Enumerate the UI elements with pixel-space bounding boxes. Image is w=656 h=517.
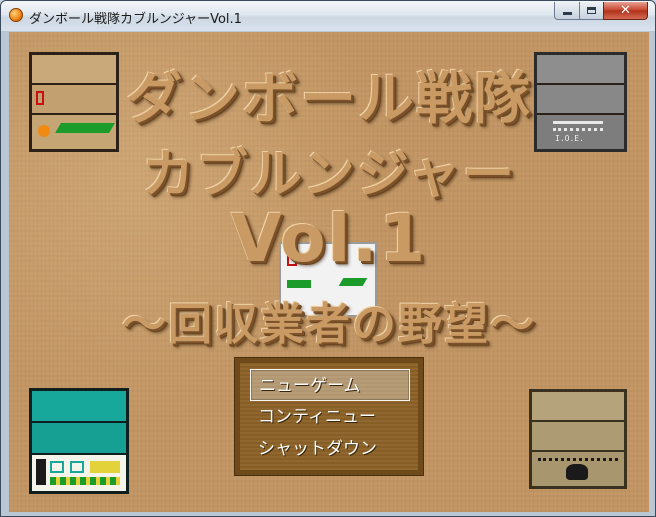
dotted-line-icon xyxy=(538,458,618,462)
title-line-2: カブルンジャー xyxy=(141,145,517,205)
screen-icon xyxy=(70,461,84,473)
bug-icon xyxy=(566,464,588,480)
orange-icon xyxy=(38,125,50,137)
title-line-1: ダンボール戦隊 xyxy=(126,67,532,132)
yellow-block-icon xyxy=(90,461,120,473)
minimize-icon xyxy=(562,12,572,15)
panel-segment xyxy=(532,452,624,486)
panel-bottom-right xyxy=(529,389,627,489)
menu-item-shutdown[interactable]: シャットダウン xyxy=(250,433,410,465)
panel-segment xyxy=(532,392,624,422)
menu-item-new-game[interactable]: ニューゲーム xyxy=(250,369,410,401)
title-bar[interactable]: ダンボール戦隊カブルンジャーVol.1 ✕ xyxy=(1,1,655,31)
title-line-3: Vol.1 xyxy=(230,200,428,277)
close-icon: ✕ xyxy=(620,3,631,18)
minimize-button[interactable] xyxy=(554,2,580,20)
panel-caption: I.O.E. xyxy=(555,134,584,143)
screen-icon xyxy=(50,461,64,473)
title-menu: ニューゲーム コンティニュー シャットダウン xyxy=(234,357,424,476)
panel-segment xyxy=(32,391,126,423)
maximize-button[interactable] xyxy=(579,2,604,20)
window-title: ダンボール戦隊カブルンジャーVol.1 xyxy=(29,12,242,27)
vine-icon xyxy=(338,278,368,286)
maximize-icon xyxy=(587,7,596,14)
app-window: ダンボール戦隊カブルンジャーVol.1 ✕ I.O.E. ダンボール戦隊 カブル… xyxy=(0,0,656,517)
red-block-icon xyxy=(36,91,44,105)
robot-icon xyxy=(36,459,46,485)
app-icon xyxy=(9,8,23,22)
panel-segment xyxy=(532,422,624,452)
green-block-icon xyxy=(287,280,311,288)
panel-segment xyxy=(32,455,126,491)
close-button[interactable]: ✕ xyxy=(603,2,648,20)
menu-item-continue[interactable]: コンティニュー xyxy=(250,401,410,433)
title-subtitle: ～回収業者の野望～ xyxy=(122,299,536,350)
stripe-icon xyxy=(50,477,120,485)
panel-segment xyxy=(32,423,126,455)
game-screen: I.O.E. ダンボール戦隊 カブルンジャー Vol.1 ～回収業者の野望～ ニ… xyxy=(9,32,649,512)
panel-bottom-left xyxy=(29,388,129,494)
